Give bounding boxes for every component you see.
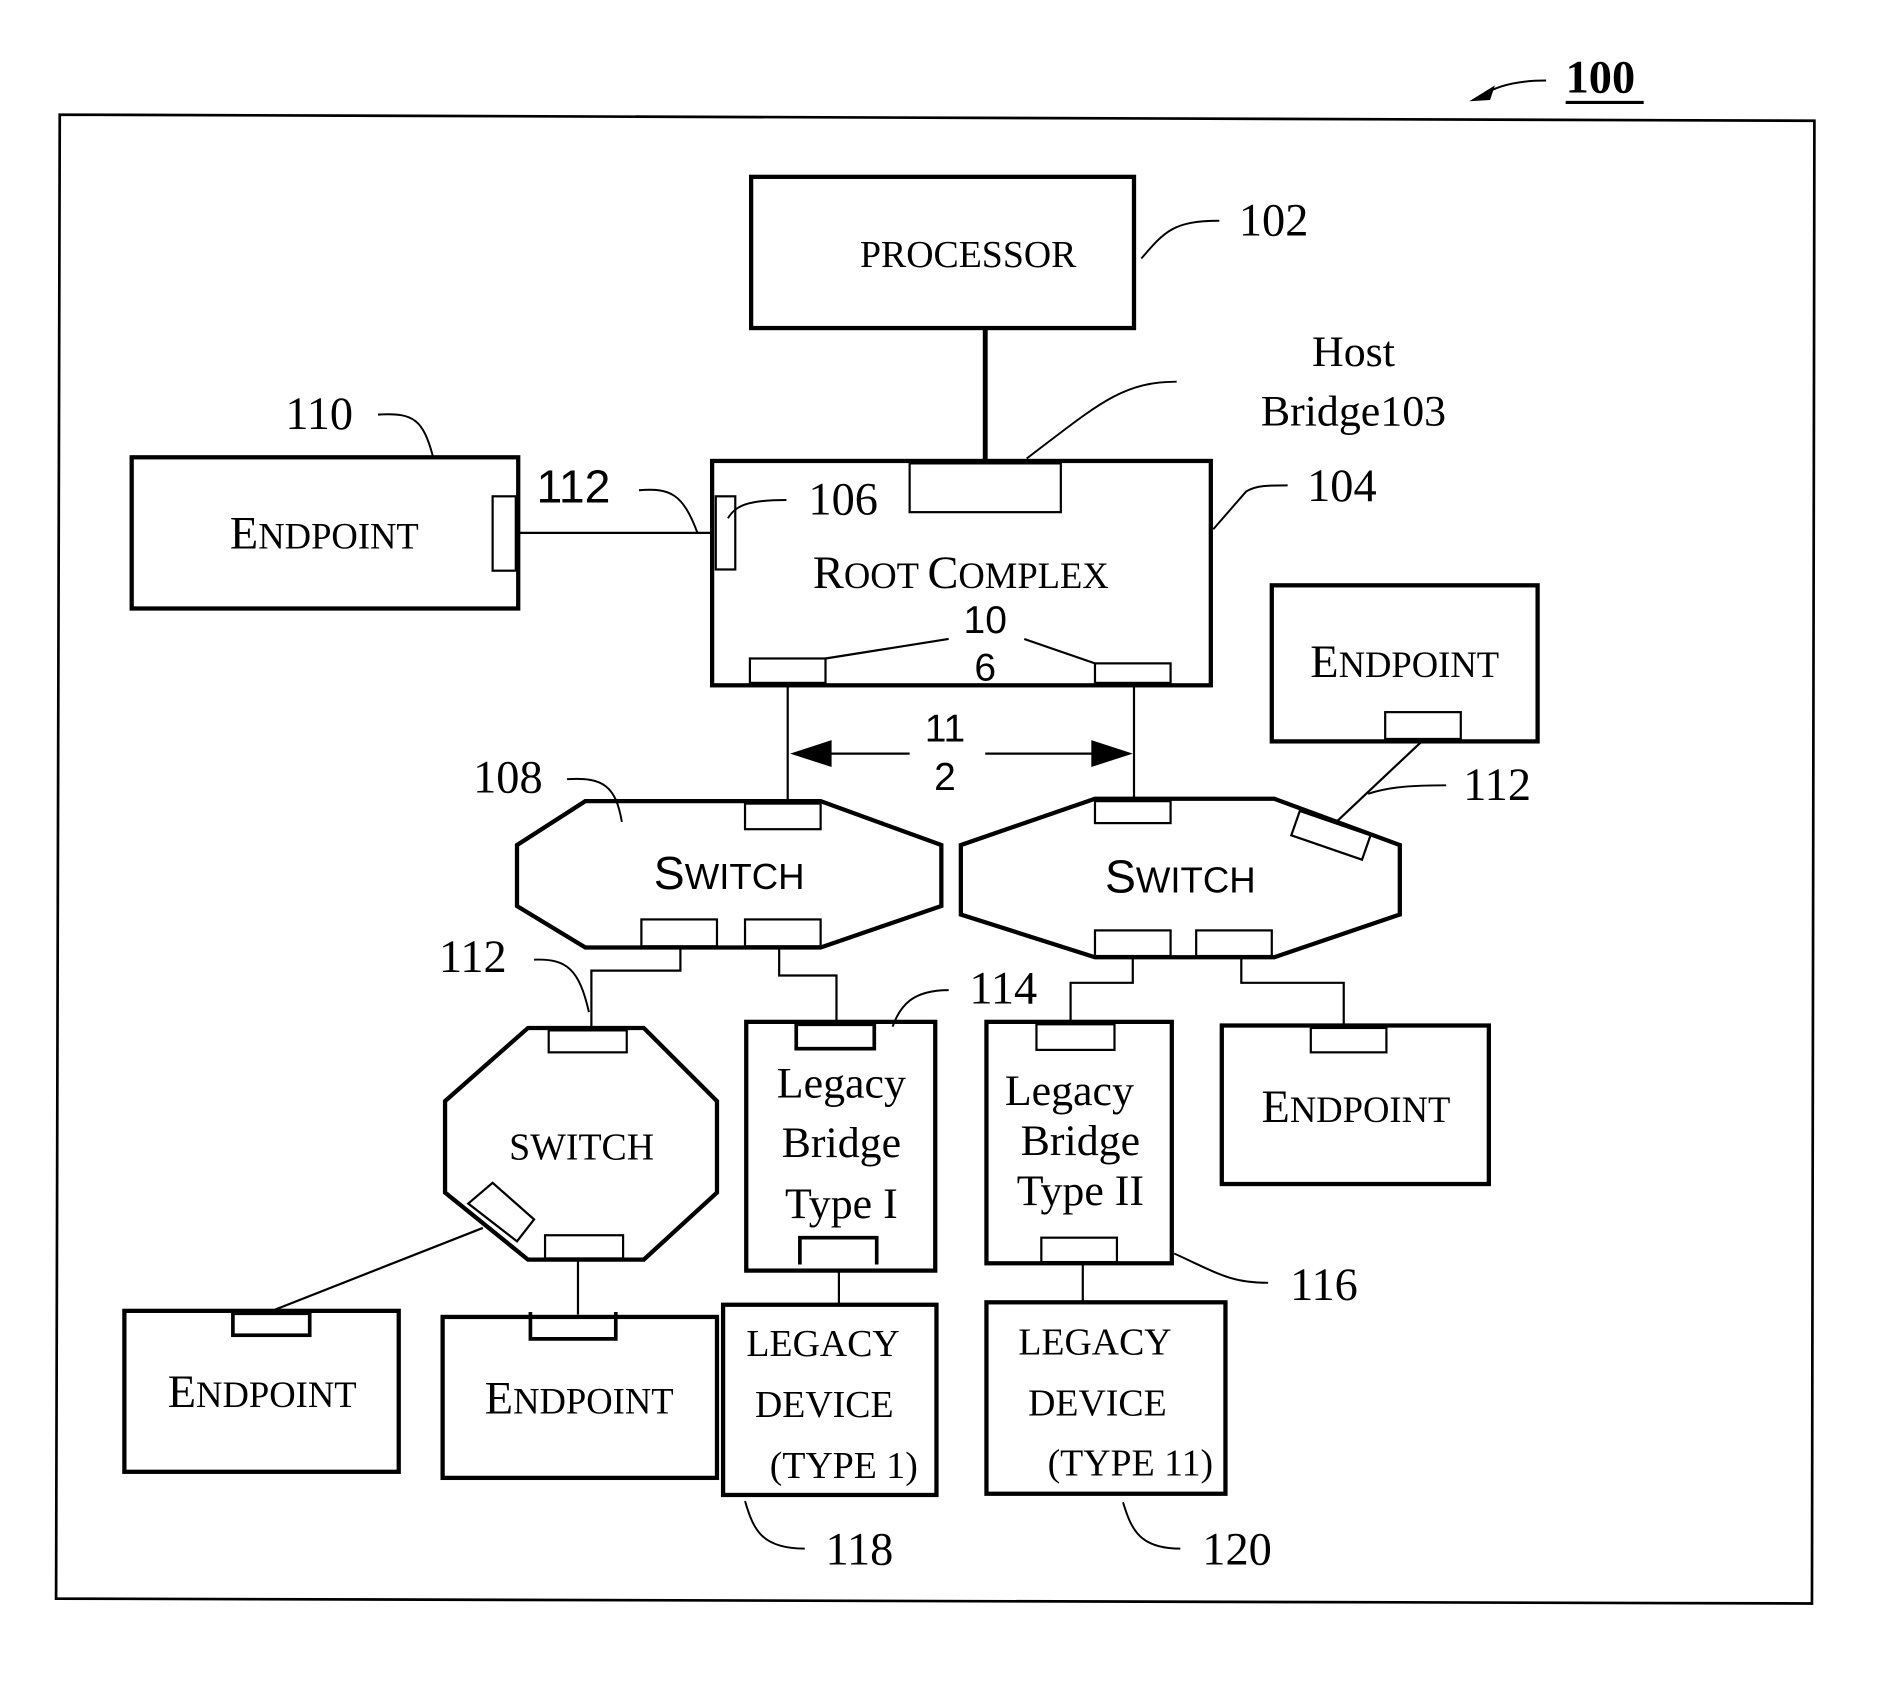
root-complex-node[interactable]: ROOT COMPLEX 10 6 106 [709,458,1213,689]
link-between-ref-line1: 11 [925,707,966,750]
endpoint-upper-right-port [1384,711,1462,741]
pcie-topology-diagram: 100 PROCESSOR 102 Host Bridge103 ROOT CO… [54,53,1816,1605]
switch-right-port-bottom-1 [1093,929,1172,958]
legacy-bridge-1-line1: Legacy [777,1059,906,1107]
legacy-bridge-1-line3: Type I [785,1180,898,1228]
switch-right-to-endpoint-wire [1240,957,1345,1026]
legacy-bridge-2-port-top [1035,1023,1116,1051]
host-bridge-label-line2: Bridge103 [1261,388,1446,436]
endpoint-left-leader [377,413,434,457]
legacy-device-1-leader [744,1500,805,1550]
root-complex-label: ROOT COMPLEX [813,548,1109,599]
legacy-device-2-node[interactable]: LEGACY DEVICE (TYPE 11) [984,1300,1228,1496]
endpoint-bottom-2-label: ENDPOINT [485,1373,674,1424]
legacy-bridge-2-line3: Type II [1017,1167,1144,1215]
root-port-ref: 106 [808,475,878,526]
legacy-device-1-node[interactable]: LEGACY DEVICE (TYPE 1) [720,1302,939,1498]
switch-left-port-bottom-1 [640,918,719,948]
switch-left-ref: 108 [473,753,543,804]
arrowhead-right-icon [1091,740,1133,768]
root-internal-ref-line1: 10 [964,599,1007,642]
legacy-device-1-line3: (TYPE 1) [770,1445,918,1487]
link-upper-right-wire [1336,740,1423,822]
root-complex-ref: 104 [1307,461,1376,512]
switch-left-node[interactable]: SWITCH [514,799,944,950]
legacy-bridge-2-line1: Legacy [1005,1067,1134,1115]
legacy-bridge-1-port-top [794,1022,877,1051]
legacy-device-2-line3: (TYPE 11) [1048,1442,1214,1484]
link-upper-right-ref: 112 [1463,760,1531,811]
legacy-device-1-line2: DEVICE [755,1384,894,1426]
figure-reference: 100 [1469,53,1644,104]
endpoint-left-node[interactable]: ENDPOINT [129,455,521,611]
host-bridge-label-line1: Host [1312,328,1395,376]
endpoint-mid-right-label: ENDPOINT [1262,1082,1451,1133]
switch-left-port-top [743,802,822,831]
endpoint-bottom-1-port [231,1311,312,1338]
endpoint-bottom-1-node[interactable]: ENDPOINT [122,1308,401,1474]
legacy-device-2-leader [1122,1501,1181,1550]
switch-lower-label: SWITCH [509,1127,654,1169]
arrowhead-left-icon [790,740,832,768]
legacy-bridge-1-line2: Bridge [782,1119,901,1167]
link-lower-left-ref: 112 [439,932,507,983]
link-left-leader [638,488,699,534]
link-upper-right-leader [1367,784,1447,795]
processor-label: PROCESSOR [860,234,1077,276]
switch-lower-node[interactable]: SWITCH [442,1025,720,1262]
link-lower-left-leader [534,958,590,1013]
endpoint-bottom-2-node[interactable]: ENDPOINT [440,1312,720,1481]
legacy-bridge-1-node[interactable]: Legacy Bridge Type I [744,1019,938,1273]
endpoint-mid-right-node[interactable]: ENDPOINT [1219,1023,1491,1187]
root-port-bottom-right [1093,662,1172,684]
figure-ref-arrowhead-icon [1469,85,1495,102]
legacy-bridge-1-ref: 114 [969,964,1037,1015]
legacy-device-1-ref: 118 [826,1524,894,1575]
endpoint-upper-right-label: ENDPOINT [1310,637,1499,688]
processor-node[interactable]: PROCESSOR [748,174,1137,331]
figure-ref-number: 100 [1566,53,1636,104]
link-between-ref-line2: 2 [934,756,956,799]
legacy-device-2-line1: LEGACY [1018,1322,1171,1364]
legacy-device-1-line1: LEGACY [746,1323,899,1365]
root-port-bottom-left [748,657,827,684]
root-port-left [714,495,737,571]
legacy-bridge-2-port-bottom [1040,1236,1119,1264]
host-bridge-leader [1026,380,1177,460]
link-left-ref: 112 [537,460,611,512]
endpoint-upper-right-node[interactable]: ENDPOINT [1269,583,1540,744]
switch-right-port-bottom-2 [1195,929,1273,958]
legacy-bridge-2-line2: Bridge [1021,1117,1140,1165]
switch-right-port-top [1093,800,1172,825]
lower-switch-to-endpoint1-wire [271,1226,484,1312]
endpoint-mid-right-port [1309,1026,1388,1054]
switch-left-port-bottom-2 [743,918,822,948]
processor-ref: 102 [1239,195,1309,246]
endpoint-bottom-1-label: ENDPOINT [168,1367,357,1418]
legacy-bridge-2-node[interactable]: Legacy Bridge Type II [984,1019,1174,1266]
switch-right-to-bridge2-wire [1069,957,1134,1022]
endpoint-left-ref: 110 [285,389,353,440]
endpoint-left-label: ENDPOINT [230,509,419,560]
legacy-bridge-2-ref: 116 [1290,1260,1358,1311]
root-internal-ref-line2: 6 [974,646,996,689]
legacy-device-2-line2: DEVICE [1028,1383,1167,1425]
root-complex-leader [1212,484,1288,530]
switch-left-to-lower-switch-wire [590,947,682,1028]
switch-lower-port-top [547,1029,628,1054]
legacy-device-2-ref: 120 [1202,1524,1272,1575]
legacy-bridge-2-leader [1173,1252,1269,1284]
switch-left-to-bridge1-wire [778,947,838,1022]
host-bridge-port [908,462,1062,514]
endpoint-left-port [491,495,517,572]
switch-lower-port-bottom [543,1234,625,1260]
processor-leader [1140,219,1220,260]
switch-right-node[interactable]: SWITCH [958,796,1402,960]
